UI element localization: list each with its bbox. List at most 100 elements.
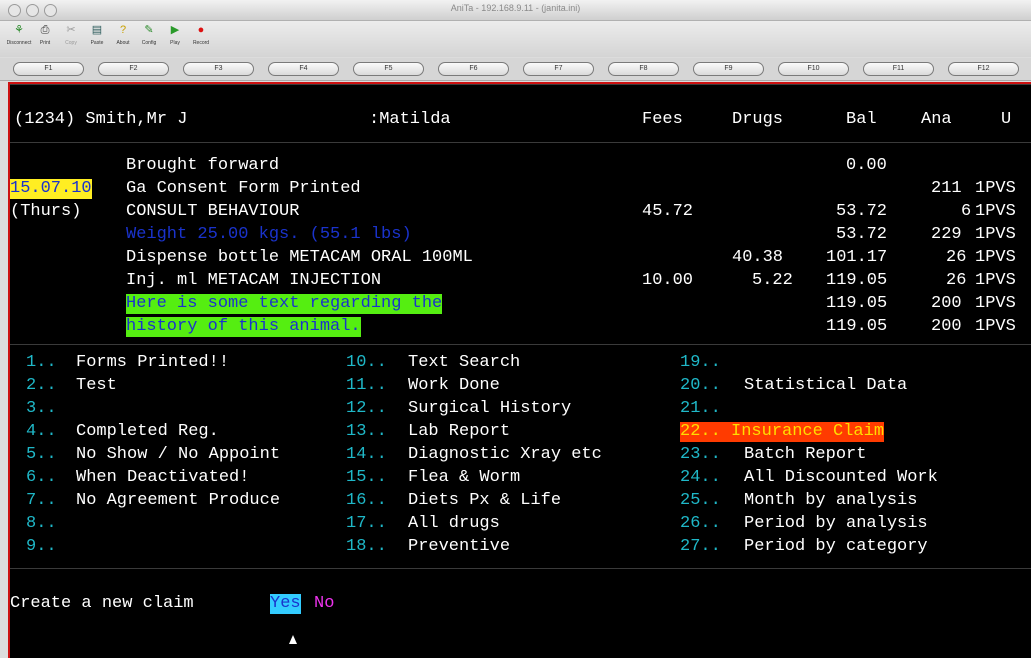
history-ana: 200 (931, 294, 962, 313)
menu-item-22-selected[interactable]: 22.. Insurance Claim (680, 422, 885, 442)
menu-item-2-label[interactable]: Test (76, 376, 117, 396)
menu-item-1-label[interactable]: Forms Printed!! (76, 353, 229, 373)
window-titlebar: AniTa - 192.168.9.11 - (janita.ini) (0, 0, 1031, 21)
menu-item-5-number[interactable]: 5.. (26, 445, 57, 465)
menu-item-5-label[interactable]: No Show / No Appoint (76, 445, 280, 465)
yes-option[interactable]: Yes (270, 594, 301, 614)
menu-item-18-label[interactable]: Preventive (408, 537, 510, 557)
menu-item-3-number[interactable]: 3.. (26, 399, 57, 419)
menu-item-24-label[interactable]: All Discounted Work (744, 468, 938, 488)
menu-item-24-number[interactable]: 24.. (680, 468, 721, 488)
f5-key[interactable]: F5 (353, 62, 424, 76)
f12-key[interactable]: F12 (948, 62, 1019, 76)
menu-item-23-label[interactable]: Batch Report (744, 445, 866, 465)
history-ana: 229 (931, 225, 962, 244)
menu-item-11-label[interactable]: Work Done (408, 376, 500, 396)
menu-item-2-number[interactable]: 2.. (26, 376, 57, 396)
f11-key[interactable]: F11 (863, 62, 934, 76)
menu-item-26-label[interactable]: Period by analysis (744, 514, 928, 534)
f1-key[interactable]: F1 (13, 62, 84, 76)
menu-item-1-number[interactable]: 1.. (26, 353, 57, 373)
history-bal: 119.05 (826, 317, 888, 336)
menu-item-18-number[interactable]: 18.. (346, 537, 387, 557)
menu-item-27-number[interactable]: 27.. (680, 537, 721, 557)
menu-item-6-label[interactable]: When Deactivated! (76, 468, 249, 488)
menu-item-19-number[interactable]: 19.. (680, 353, 721, 373)
f8-key[interactable]: F8 (608, 62, 679, 76)
f6-key[interactable]: F6 (438, 62, 509, 76)
history-desc: Inj. ml METACAM INJECTION (126, 271, 382, 290)
menu-item-6-number[interactable]: 6.. (26, 468, 57, 488)
f3-key[interactable]: F3 (183, 62, 254, 76)
copy-button[interactable]: ✂ Copy (60, 21, 82, 57)
history-bal: 101.17 (826, 248, 888, 267)
menu-item-14-number[interactable]: 14.. (346, 445, 387, 465)
history-ana: 26 (946, 271, 967, 290)
menu-item-20-label[interactable]: Statistical Data (744, 376, 907, 396)
prompt-text: Create a new claim (10, 594, 194, 613)
f7-key[interactable]: F7 (523, 62, 594, 76)
menu-item-25-number[interactable]: 25.. (680, 491, 721, 511)
menu-item-8-number[interactable]: 8.. (26, 514, 57, 534)
history-fees: 10.00 (642, 271, 694, 290)
record-button[interactable]: ● Record (190, 21, 212, 57)
menu-item-25-label[interactable]: Month by analysis (744, 491, 917, 511)
menu-item-4-label[interactable]: Completed Reg. (76, 422, 219, 442)
menu-item-13-label[interactable]: Lab Report (408, 422, 510, 442)
copy-label: Copy (65, 40, 77, 46)
menu-item-21-number[interactable]: 21.. (680, 399, 721, 419)
disconnect-button[interactable]: ⚘ Disconnect (7, 21, 32, 57)
f10-key[interactable]: F10 (778, 62, 849, 76)
no-option[interactable]: No (314, 594, 334, 614)
history-user: 1PVS (975, 248, 1016, 267)
menu-item-15-label[interactable]: Flea & Worm (408, 468, 520, 488)
menu-item-17-label[interactable]: All drugs (408, 514, 500, 534)
menu-item-17-number[interactable]: 17.. (346, 514, 387, 534)
menu-item-10-number[interactable]: 10.. (346, 353, 387, 373)
f9-key[interactable]: F9 (693, 62, 764, 76)
menu-item-20-number[interactable]: 20.. (680, 376, 721, 396)
f2-key[interactable]: F2 (98, 62, 169, 76)
menu-item-11-number[interactable]: 11.. (346, 376, 387, 396)
animal-name: :Matilda (369, 110, 451, 129)
menu-item-26-number[interactable]: 26.. (680, 514, 721, 534)
copy-icon: ✂ (66, 24, 76, 36)
history-fees: 45.72 (642, 202, 694, 221)
terminal-screen[interactable]: (1234) Smith,Mr J :Matilda Fees Drugs Ba… (8, 82, 1031, 658)
menu-item-12-number[interactable]: 12.. (346, 399, 387, 419)
menu-item-13-number[interactable]: 13.. (346, 422, 387, 442)
menu-item-12-label[interactable]: Surgical History (408, 399, 571, 419)
menu-item-7-label[interactable]: No Agreement Produce (76, 491, 280, 511)
menu-item-23-number[interactable]: 23.. (680, 445, 721, 465)
history-user: 1PVS (975, 271, 1016, 290)
history-ana: 6 (961, 202, 972, 221)
menu-item-4-number[interactable]: 4.. (26, 422, 57, 442)
menu-item-16-label[interactable]: Diets Px & Life (408, 491, 561, 511)
play-label: Play (170, 40, 180, 46)
history-note: Here is some text regarding the (126, 294, 443, 314)
menu-item-14-label[interactable]: Diagnostic Xray etc (408, 445, 602, 465)
print-button[interactable]: ⎙ Print (34, 21, 56, 57)
about-button[interactable]: ? About (112, 21, 134, 57)
paste-button[interactable]: ▤ Paste (86, 21, 108, 57)
history-bal: 119.05 (826, 294, 888, 313)
patient-name: (1234) Smith,Mr J (14, 110, 188, 129)
menu-item-10-label[interactable]: Text Search (408, 353, 520, 373)
divider (10, 84, 1031, 85)
menu-item-9-number[interactable]: 9.. (26, 537, 57, 557)
disconnect-icon: ⚘ (14, 24, 24, 36)
divider (10, 142, 1031, 143)
f4-key[interactable]: F4 (268, 62, 339, 76)
config-icon: ✎ (144, 24, 154, 36)
config-button[interactable]: ✎ Config (138, 21, 160, 57)
menu-item-15-number[interactable]: 15.. (346, 468, 387, 488)
menu-item-16-number[interactable]: 16.. (346, 491, 387, 511)
menu-item-7-number[interactable]: 7.. (26, 491, 57, 511)
menu-item-27-label[interactable]: Period by category (744, 537, 928, 557)
record-icon: ● (197, 24, 205, 36)
history-bal: 119.05 (826, 271, 888, 290)
mouse-pointer-icon (289, 635, 297, 644)
history-bal: 53.72 (836, 225, 888, 244)
play-button[interactable]: ▶ Play (164, 21, 186, 57)
history-drugs: 40.38 (732, 248, 784, 267)
